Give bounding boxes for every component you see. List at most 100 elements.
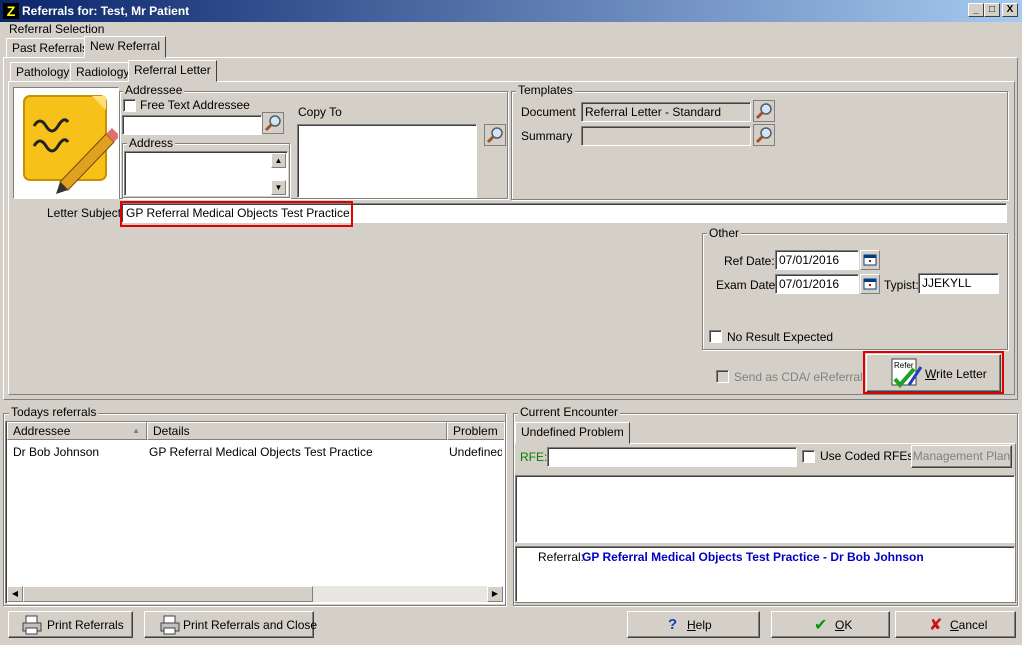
send-cda-checkbox[interactable] xyxy=(716,370,729,383)
document-field[interactable]: Referral Letter - Standard xyxy=(581,102,751,122)
encounter-notes-area[interactable] xyxy=(515,475,1015,543)
address-scroll-down-button[interactable]: ▼ xyxy=(271,180,286,195)
address-textarea[interactable] xyxy=(124,151,288,196)
ok-button[interactable]: ✔ OK xyxy=(771,611,890,638)
exam-date-label: Exam Date: xyxy=(716,278,779,292)
tab-past-referrals[interactable]: Past Referrals xyxy=(6,38,95,58)
cancel-label-rest: ancel xyxy=(958,618,988,632)
current-encounter-label: Current Encounter xyxy=(518,405,621,419)
print-referrals-button[interactable]: Print Referrals xyxy=(8,611,133,638)
magnifier-icon xyxy=(753,124,775,146)
referral-selection-label: Referral Selection xyxy=(9,22,105,36)
cancel-x-icon: ✘ xyxy=(929,617,943,634)
checkmark-icon: ✔ xyxy=(814,617,828,634)
help-mnemonic: H xyxy=(687,618,696,632)
ok-label: OK xyxy=(835,618,852,632)
addressee-input[interactable] xyxy=(122,115,262,135)
column-header-addressee[interactable]: Addressee ▲ xyxy=(7,422,147,440)
cancel-mnemonic: C xyxy=(950,618,959,632)
summary-field[interactable] xyxy=(581,126,751,146)
no-result-expected-checkbox[interactable] xyxy=(709,330,722,343)
referral-summary-text: GP Referral Medical Objects Test Practic… xyxy=(582,550,924,564)
addressee-group-label: Addressee xyxy=(123,83,185,97)
send-cda-label: Send as CDA/ eReferral xyxy=(734,370,863,384)
copy-to-search-button[interactable] xyxy=(484,124,506,146)
help-label-rest: elp xyxy=(695,618,712,632)
tab-new-referral[interactable]: New Referral xyxy=(84,36,167,58)
encounter-referral-area[interactable]: Referral: GP Referral Medical Objects Te… xyxy=(515,546,1015,602)
maximize-button[interactable]: □ xyxy=(984,3,1000,17)
app-logo-icon: Z xyxy=(3,3,19,19)
ok-label-rest: K xyxy=(844,618,853,632)
templates-group-label: Templates xyxy=(516,83,575,97)
minimize-button[interactable]: _ xyxy=(968,3,984,17)
letter-subject-label: Letter Subject: xyxy=(47,206,125,220)
tab-pathology[interactable]: Pathology xyxy=(10,62,76,82)
title-bar[interactable]: Z Referrals for: Test, Mr Patient _ □ X xyxy=(0,0,1022,22)
tab-radiology[interactable]: Radiology xyxy=(70,62,136,82)
magnifier-icon xyxy=(262,112,284,134)
row-problem: Undefined Problem xyxy=(449,445,502,459)
row-addressee: Dr Bob Johnson xyxy=(13,445,100,459)
sort-arrow-icon: ▲ xyxy=(132,426,140,435)
document-search-button[interactable] xyxy=(753,100,775,122)
notepad-pencil-icon xyxy=(23,95,120,194)
free-text-addressee-label: Free Text Addressee xyxy=(140,98,250,112)
calendar-icon xyxy=(863,254,877,266)
scroll-left-button[interactable]: ◀ xyxy=(7,586,23,602)
scrollbar-thumb[interactable] xyxy=(23,586,313,602)
help-button[interactable]: ? Help xyxy=(627,611,760,638)
letter-subject-highlight xyxy=(120,201,353,227)
summary-search-button[interactable] xyxy=(753,124,775,146)
exam-date-input[interactable]: 07/01/2016 xyxy=(775,274,859,294)
copy-to-label: Copy To xyxy=(298,105,342,119)
exam-date-calendar-button[interactable] xyxy=(860,274,880,294)
todays-referrals-label: Todays referrals xyxy=(9,405,99,419)
tab-undefined-problem[interactable]: Undefined Problem xyxy=(515,422,630,444)
column-header-details[interactable]: Details xyxy=(147,422,447,440)
row-details: GP Referral Medical Objects Test Practic… xyxy=(149,445,373,459)
free-text-addressee-checkbox[interactable] xyxy=(123,99,136,112)
todays-referrals-table[interactable]: Addressee ▲ Details Problem Dr Bob Johnso… xyxy=(5,421,505,604)
ref-date-calendar-button[interactable] xyxy=(860,250,880,270)
write-letter-highlight xyxy=(863,351,1004,394)
column-header-problem[interactable]: Problem xyxy=(447,422,504,440)
ref-date-input[interactable]: 07/01/2016 xyxy=(775,250,859,270)
other-group-label: Other xyxy=(707,226,742,240)
referral-image-frame xyxy=(13,87,120,199)
print-referrals-close-button[interactable]: Print Referrals and Close xyxy=(144,611,318,638)
use-coded-rfes-label: Use Coded RFEs xyxy=(820,449,914,463)
calendar-icon xyxy=(863,278,877,290)
addressee-search-button[interactable] xyxy=(262,112,284,134)
tab-referral-letter[interactable]: Referral Letter xyxy=(128,60,217,82)
ok-mnemonic: O xyxy=(835,618,845,632)
use-coded-rfes-checkbox[interactable] xyxy=(802,450,815,463)
document-label: Document xyxy=(521,105,576,119)
scroll-right-button[interactable]: ▶ xyxy=(487,586,503,602)
print-referrals-label: Print Referrals xyxy=(47,618,124,632)
close-window-button[interactable]: X xyxy=(1002,3,1018,17)
rfe-input[interactable] xyxy=(547,447,797,467)
address-label: Address xyxy=(127,136,176,150)
cancel-label: Cancel xyxy=(950,618,987,632)
printer-icon xyxy=(22,615,42,635)
copy-to-input[interactable] xyxy=(297,124,477,198)
column-header-addressee-label: Addressee xyxy=(13,424,71,438)
no-result-expected-label: No Result Expected xyxy=(727,330,834,344)
window-title: Referrals for: Test, Mr Patient xyxy=(22,4,190,18)
horizontal-scrollbar[interactable]: ◀ ▶ xyxy=(7,586,503,602)
typist-input[interactable]: JJEKYLL xyxy=(918,273,999,294)
printer-icon xyxy=(160,615,180,635)
help-label: Help xyxy=(687,618,712,632)
print-referrals-close-label: Print Referrals and Close xyxy=(183,618,318,632)
rfe-label: RFE: xyxy=(520,450,548,464)
magnifier-icon xyxy=(484,124,506,146)
management-plan-button[interactable]: Management Plan xyxy=(911,445,1012,468)
summary-label: Summary xyxy=(521,129,573,143)
cancel-button[interactable]: ✘ Cancel xyxy=(895,611,1016,638)
magnifier-icon xyxy=(753,100,775,122)
typist-label: Typist: xyxy=(884,278,919,292)
address-scroll-up-button[interactable]: ▲ xyxy=(271,153,286,168)
ref-date-label: Ref Date: xyxy=(724,254,775,268)
referral-prefix-label: Referral: xyxy=(538,550,585,564)
